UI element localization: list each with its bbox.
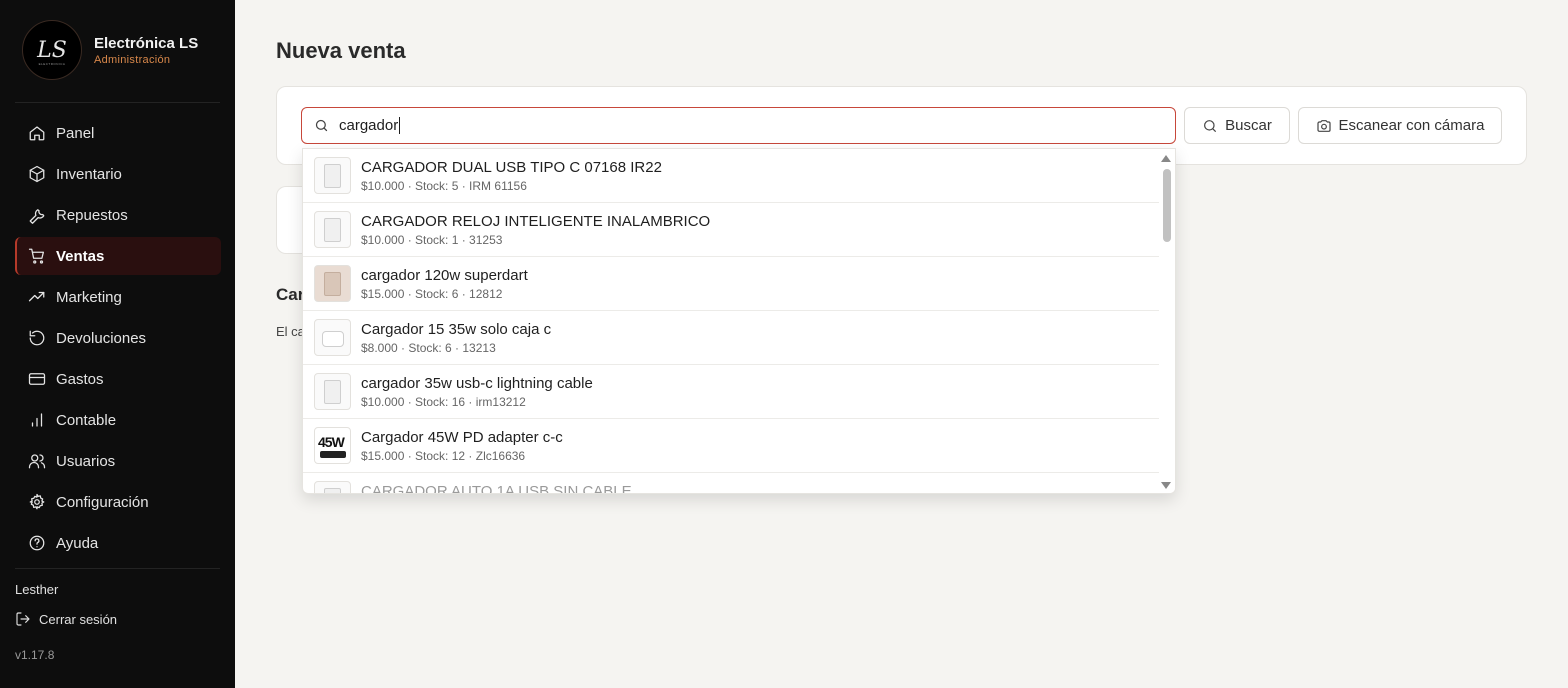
sidebar-item-label: Devoluciones xyxy=(56,329,147,347)
sidebar-item-marketing[interactable]: Marketing xyxy=(15,278,221,316)
product-meta: $15.000 · Stock: 6 · 12812 xyxy=(361,286,503,301)
sidebar-item-label: Usuarios xyxy=(56,452,116,470)
brand-role: Administración xyxy=(94,53,171,66)
cart-title: Carrito xyxy=(276,285,302,304)
product-name: cargador 35w usb-c lightning cable xyxy=(361,374,593,392)
sidebar-item-label: Ventas xyxy=(56,247,105,265)
product-search-input[interactable]: cargador xyxy=(301,107,1176,144)
logo: LS ELECTRONICA xyxy=(22,20,82,80)
scroll-up-arrow[interactable] xyxy=(1161,155,1171,162)
scroll-down-arrow[interactable] xyxy=(1161,482,1171,489)
product-name: Cargador 15 35w solo caja c xyxy=(361,320,552,338)
product-meta: $15.000 · Stock: 12 · Zlc16636 xyxy=(361,448,526,463)
logo-mark: LS xyxy=(37,37,67,63)
thumbnail-label: 45W xyxy=(318,434,345,450)
product-meta: $8.000 · Stock: 6 · 13213 xyxy=(361,340,496,355)
brand-name: Electrónica LS xyxy=(94,34,199,52)
product-thumbnail xyxy=(314,481,351,493)
search-results-dropdown: CARGADOR DUAL USB TIPO C 07168 IR22 $10.… xyxy=(302,148,1176,494)
user-name: Lesther xyxy=(15,582,59,597)
scan-camera-button[interactable]: Escanear con cámara xyxy=(1298,107,1502,144)
sidebar-item-configuracion[interactable]: Configuración xyxy=(15,483,221,521)
sidebar-item-label: Contable xyxy=(56,411,117,429)
product-name: CARGADOR DUAL USB TIPO C 07168 IR22 xyxy=(361,158,662,176)
sidebar-item-inventario[interactable]: Inventario xyxy=(15,155,221,193)
divider xyxy=(15,568,220,569)
sidebar-item-contable[interactable]: Contable xyxy=(15,401,221,439)
product-thumbnail xyxy=(314,157,351,194)
search-input-value: cargador xyxy=(339,117,399,134)
sidebar-item-label: Configuración xyxy=(56,493,149,511)
product-thumbnail xyxy=(314,211,351,248)
sidebar-item-label: Marketing xyxy=(56,288,122,306)
sidebar-item-panel[interactable]: Panel xyxy=(15,114,221,152)
search-result-item[interactable]: cargador 120w superdart $15.000 · Stock:… xyxy=(303,257,1161,311)
sidebar-item-label: Gastos xyxy=(56,370,104,388)
product-name: cargador 120w superdart xyxy=(361,266,528,284)
logo-subtext: ELECTRONICA xyxy=(38,62,66,66)
sidebar-item-label: Ayuda xyxy=(56,534,99,552)
search-icon xyxy=(1204,119,1217,132)
product-thumbnail xyxy=(314,265,351,302)
product-name: Cargador 45W PD adapter c-c xyxy=(361,428,563,446)
search-icon xyxy=(315,119,328,132)
sidebar-item-gastos[interactable]: Gastos xyxy=(15,360,221,398)
search-result-item[interactable]: Cargador 15 35w solo caja c $8.000 · Sto… xyxy=(303,311,1161,365)
product-name: CARGADOR AUTO 1A USB SIN CABLE xyxy=(361,483,632,494)
search-result-item[interactable]: cargador 35w usb-c lightning cable $10.0… xyxy=(303,365,1161,419)
search-result-item[interactable]: CARGADOR DUAL USB TIPO C 07168 IR22 $10.… xyxy=(303,149,1161,203)
camera-icon xyxy=(1316,119,1331,132)
app-version: v1.17.8 xyxy=(15,648,55,662)
logout-label: Cerrar sesión xyxy=(39,611,118,627)
bars-icon xyxy=(31,413,43,427)
search-result-item[interactable]: 45W Cargador 45W PD adapter c-c $15.000 … xyxy=(303,419,1161,473)
trend-icon xyxy=(28,291,45,302)
sidebar-item-repuestos[interactable]: Repuestos xyxy=(15,196,221,234)
card-icon xyxy=(28,373,46,385)
product-meta: $10.000 · Stock: 1 · 31253 xyxy=(361,232,503,247)
sidebar-item-ventas[interactable]: Ventas xyxy=(15,237,221,275)
users-icon xyxy=(28,454,46,469)
brand[interactable]: LS ELECTRONICA Electrónica LS Administra… xyxy=(22,20,198,80)
product-meta: $10.000 · Stock: 5 · IRM 61156 xyxy=(361,178,527,193)
sidebar-item-label: Inventario xyxy=(56,165,122,183)
logout-icon xyxy=(16,612,30,626)
scrollbar-thumb[interactable] xyxy=(1163,169,1171,242)
scan-button-label: Escanear con cámara xyxy=(1338,117,1485,134)
product-thumbnail xyxy=(314,319,351,356)
help-icon xyxy=(29,535,45,551)
gear-icon xyxy=(29,493,45,510)
search-button[interactable]: Buscar xyxy=(1184,107,1290,144)
undo-icon xyxy=(29,330,45,346)
sidebar: LS ELECTRONICA Electrónica LS Administra… xyxy=(0,0,235,688)
sidebar-item-usuarios[interactable]: Usuarios xyxy=(15,442,221,480)
home-icon xyxy=(29,126,45,141)
product-thumbnail xyxy=(314,373,351,410)
sidebar-item-label: Panel xyxy=(56,124,95,142)
product-meta: $10.000 · Stock: 16 · irm13212 xyxy=(361,394,526,409)
sidebar-item-label: Repuestos xyxy=(56,206,128,224)
divider xyxy=(15,102,220,103)
cart-icon xyxy=(28,248,45,264)
search-result-item[interactable]: CARGADOR AUTO 1A USB SIN CABLE xyxy=(303,473,1161,494)
sidebar-item-devoluciones[interactable]: Devoluciones xyxy=(15,319,221,357)
product-thumbnail: 45W xyxy=(314,427,351,464)
wrench-icon xyxy=(29,209,45,224)
page-title: Nueva venta xyxy=(276,38,406,63)
box-icon xyxy=(29,165,45,183)
product-name: CARGADOR RELOJ INTELIGENTE INALAMBRICO xyxy=(361,212,711,230)
cart-empty-message: El carrito está vacío xyxy=(276,324,302,339)
logout-button[interactable]: Cerrar sesión xyxy=(15,611,117,627)
search-result-item[interactable]: CARGADOR RELOJ INTELIGENTE INALAMBRICO $… xyxy=(303,203,1161,257)
sidebar-item-ayuda[interactable]: Ayuda xyxy=(15,524,221,562)
sidebar-nav: Panel Inventario Repuestos Ventas Market… xyxy=(15,114,221,565)
dropdown-scrollbar[interactable] xyxy=(1159,149,1175,493)
search-button-label: Buscar xyxy=(1225,117,1272,134)
text-caret xyxy=(399,117,401,134)
